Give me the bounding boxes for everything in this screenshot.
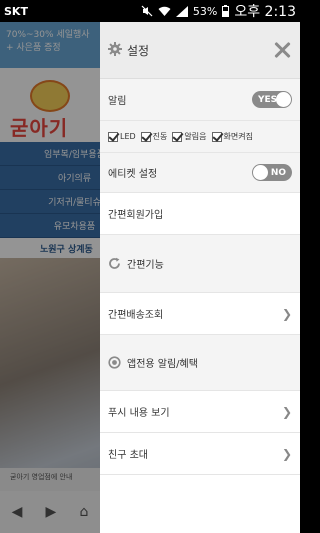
invite-friend-label: 친구 초대 [108, 450, 148, 461]
led-label: LED [120, 132, 136, 141]
wifi-icon [158, 6, 171, 17]
alarm-toggle-text: YES [258, 94, 278, 105]
app-alert-label: 앱전용 알림/혜택 [127, 359, 198, 370]
screen-on-label: 화면켜짐 [223, 132, 253, 141]
alarm-options: LED 진동 알림음 화면켜짐 [108, 131, 253, 142]
alarm-label: 알림 [108, 96, 127, 107]
drawer-title: 설정 [127, 43, 150, 58]
etiquette-toggle-text: NO [270, 167, 286, 178]
etiquette-label: 에티켓 설정 [108, 169, 158, 180]
signal-icon [175, 5, 188, 17]
led-checkbox[interactable]: LED [108, 131, 136, 142]
simple-function-section: 간편기능 [100, 235, 300, 293]
alarm-options-row: LED 진동 알림음 화면켜짐 [100, 121, 300, 153]
refresh-icon [108, 257, 121, 270]
simple-join-row[interactable]: 간편회원가입 [100, 193, 300, 235]
chevron-right-icon: ❯ [281, 446, 292, 461]
mute-icon [141, 5, 153, 17]
sound-label: 알림음 [184, 132, 207, 141]
shipping-lookup-row[interactable]: 간편배송조회 ❯ [100, 293, 300, 335]
carrier-label: SKT [4, 4, 28, 18]
battery-icon [222, 5, 230, 17]
shipping-lookup-label: 간편배송조회 [108, 310, 164, 321]
push-view-row[interactable]: 푸시 내용 보기 ❯ [100, 391, 300, 433]
alarm-row: 알림 YES [100, 79, 300, 121]
simple-function-label: 간편기능 [127, 260, 164, 271]
close-icon[interactable] [272, 40, 292, 60]
gear-icon [108, 41, 122, 60]
screen-on-checkbox[interactable]: 화면켜짐 [211, 131, 253, 142]
chevron-right-icon: ❯ [281, 306, 292, 321]
drawer-header: 설정 [100, 22, 300, 79]
chevron-right-icon: ❯ [281, 404, 292, 419]
vibrate-label: 진동 [152, 132, 168, 141]
etiquette-toggle[interactable]: NO [252, 164, 292, 181]
alarm-toggle[interactable]: YES [252, 91, 292, 108]
checkbox-icon [108, 131, 118, 142]
push-view-label: 푸시 내용 보기 [108, 408, 170, 419]
checkbox-icon [140, 131, 151, 142]
sound-checkbox[interactable]: 알림음 [172, 131, 207, 142]
checkbox-icon [211, 131, 222, 142]
simple-join-label: 간편회원가입 [108, 210, 164, 221]
clock: 오후 2:13 [234, 4, 296, 20]
checkbox-icon [172, 131, 183, 142]
etiquette-row: 에티켓 설정 NO [100, 153, 300, 193]
status-bar: SKT 53% 오후 2:13 [0, 0, 300, 22]
invite-friend-row[interactable]: 친구 초대 ❯ [100, 433, 300, 475]
battery-percent: 53% [192, 4, 218, 18]
target-icon [108, 356, 121, 369]
settings-drawer: 설정 알림 YES LED 진동 알림음 화면켜짐 에티켓 설정 NO 간편회원… [100, 22, 300, 533]
app-alert-section: 앱전용 알림/혜택 [100, 335, 300, 391]
vibrate-checkbox[interactable]: 진동 [140, 131, 168, 142]
